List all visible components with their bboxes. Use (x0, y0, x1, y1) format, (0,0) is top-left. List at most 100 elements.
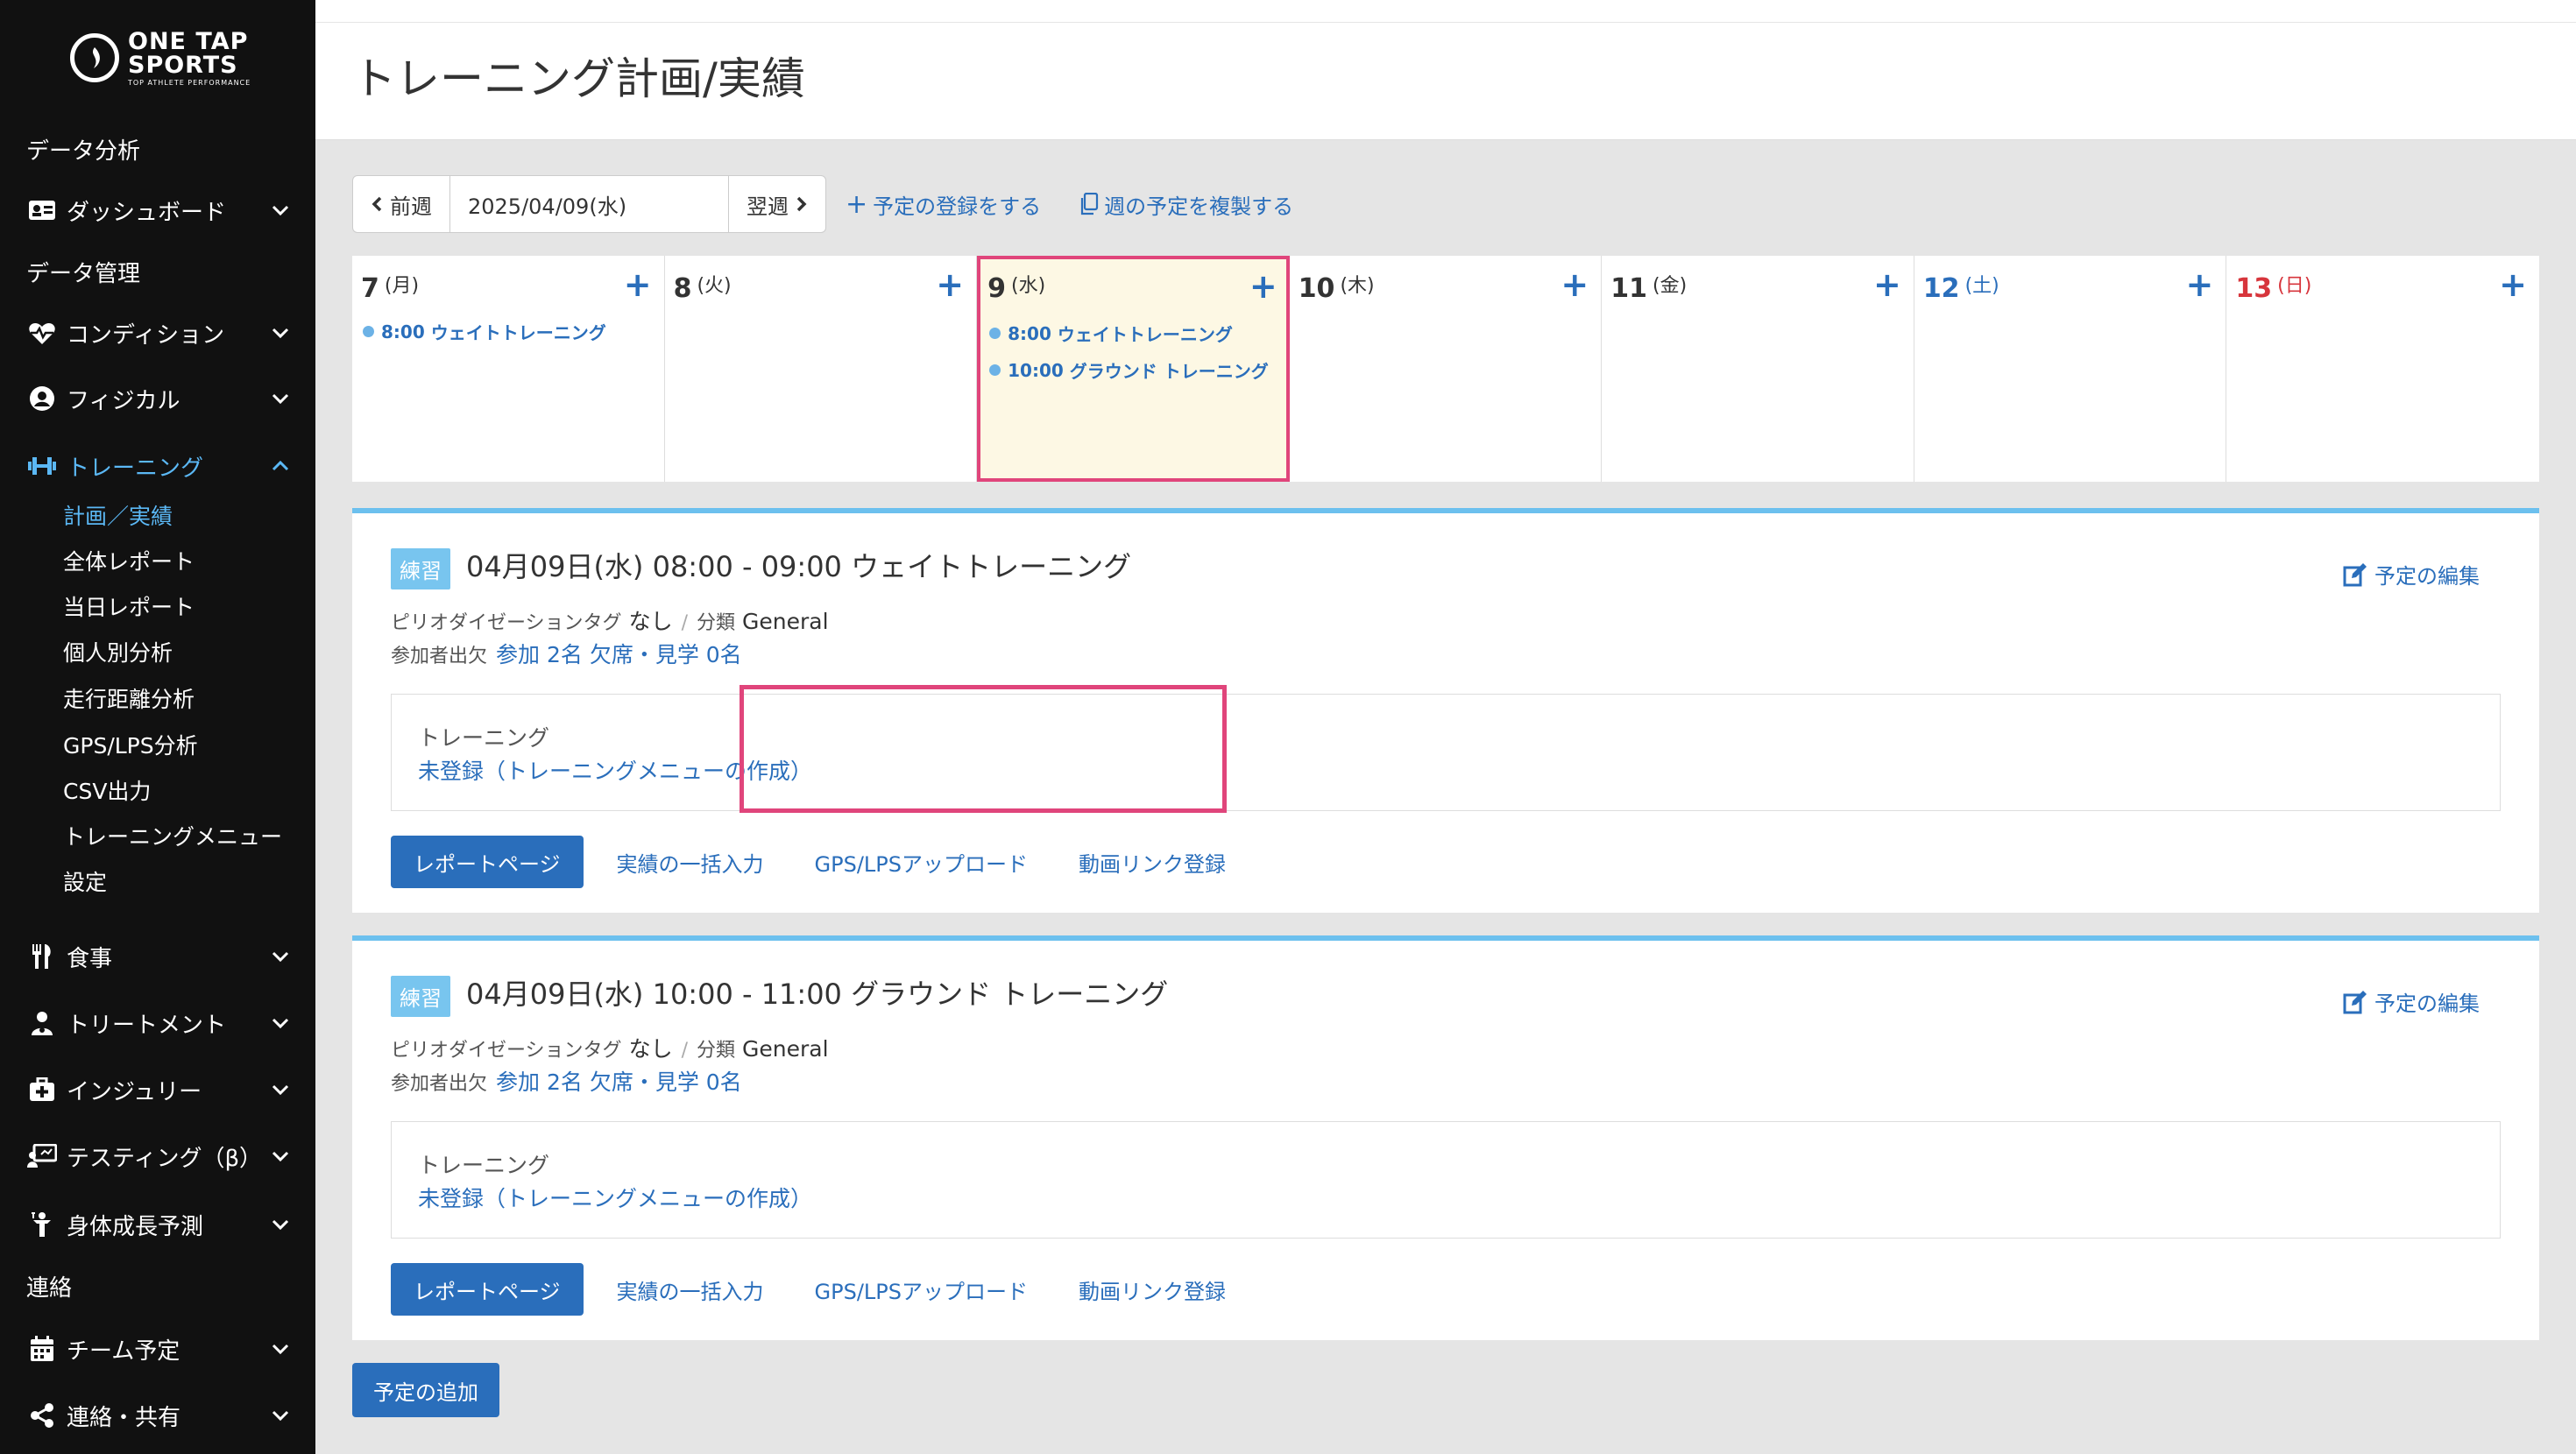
sidebar-subitem-individual-analysis[interactable]: 個人別分析 (63, 631, 173, 673)
sidebar-subitem-training-menu[interactable]: トレーニングメニュー (63, 815, 282, 857)
sidebar-subitem-gps-analysis[interactable]: GPS/LPS分析 (63, 723, 198, 766)
sidebar-item-meals[interactable]: 食事 (0, 930, 315, 983)
chevron-down-icon (272, 393, 289, 405)
sidebar-subitem-overall-report[interactable]: 全体レポート (63, 540, 195, 582)
calendar-event[interactable]: 8:00 ウェイトトレーニング (363, 319, 606, 344)
sidebar-item-injury[interactable]: インジュリー (0, 1063, 315, 1116)
logo-line2: SPORTS (128, 51, 238, 79)
prev-week-button[interactable]: 前週 (353, 176, 450, 232)
sidebar-item-label: コンディション (67, 321, 225, 349)
calendar-day-fri[interactable]: 11 (金) + (1602, 256, 1914, 482)
edit-icon (2343, 562, 2367, 586)
attendance-link[interactable]: 参加 2名 欠席・見学 0名 (496, 1069, 742, 1095)
sidebar-item-physical[interactable]: フィジカル (0, 372, 315, 425)
bulk-input-link[interactable]: 実績の一括入力 (617, 1274, 764, 1305)
chalkboard-user-icon (26, 1140, 58, 1172)
day-of-week: (日) (2277, 275, 2312, 297)
report-page-button[interactable]: レポートページ (391, 836, 584, 888)
periodization-tag-label: ピリオダイゼーションタグ (391, 1040, 622, 1062)
calendar-day-thu[interactable]: 10 (木) + (1290, 256, 1603, 482)
edit-event-link[interactable]: 予定の編集 (2343, 986, 2480, 1017)
sidebar-item-label: 身体成長予測 (67, 1213, 204, 1240)
sidebar-item-training[interactable]: トレーニング (0, 440, 315, 492)
week-calendar: 7 (月) + 8:00 ウェイトトレーニング 8 (火) + 9 (水) + 8:0… (352, 256, 2539, 482)
page-title: トレーニング計画/実績 (352, 53, 805, 104)
calendar-day-tue[interactable]: 8 (火) + (665, 256, 978, 482)
event-dot-icon (363, 326, 374, 337)
edit-event-link[interactable]: 予定の編集 (2343, 559, 2480, 589)
copy-week-link[interactable]: 週の予定を複製する (1079, 175, 1293, 233)
day-of-week: (金) (1652, 275, 1688, 297)
add-event-button[interactable]: + (624, 268, 652, 301)
sidebar-item-testing[interactable]: テスティング（β） (0, 1130, 315, 1182)
chevron-down-icon (272, 1018, 289, 1029)
edit-event-label: 予定の編集 (2374, 564, 2480, 589)
add-schedule-button[interactable]: 予定の追加 (352, 1363, 499, 1417)
add-event-button[interactable]: + (2186, 268, 2214, 301)
create-training-menu-link[interactable]: 未登録（トレーニングメニューの作成） (418, 1182, 812, 1213)
register-schedule-link[interactable]: + 予定の登録をする (846, 175, 1041, 233)
week-navigator: 前週 2025/04/09(水) 翌週 (352, 175, 826, 233)
periodization-tag-label: ピリオダイゼーションタグ (391, 612, 622, 634)
edit-event-label: 予定の編集 (2374, 992, 2480, 1016)
video-link-register-link[interactable]: 動画リンク登録 (1079, 847, 1226, 878)
gps-upload-link[interactable]: GPS/LPSアップロード (815, 1274, 1028, 1305)
calendar-day-mon[interactable]: 7 (月) + 8:00 ウェイトトレーニング (352, 256, 665, 482)
add-event-button[interactable]: + (1873, 268, 1901, 301)
sidebar-subitem-csv-export[interactable]: CSV出力 (63, 769, 151, 811)
prev-week-label: 前週 (390, 194, 432, 219)
chevron-down-icon (272, 1219, 289, 1231)
sidebar-subitem-plan[interactable]: 計画／実績 (63, 494, 173, 536)
sidebar-subitem-daily-report[interactable]: 当日レポート (63, 585, 195, 627)
sidebar: ONE TAP SPORTS TOP ATHLETE PERFORMANCE デ… (0, 0, 315, 1454)
calendar-event[interactable]: 8:00 ウェイトトレーニング (989, 321, 1233, 346)
sidebar-item-dashboard[interactable]: ダッシュボード (0, 184, 315, 236)
add-event-button[interactable]: + (1249, 270, 1277, 303)
sidebar-item-growth-prediction[interactable]: 身体成長予測 (0, 1198, 315, 1251)
sidebar-item-label: テスティング（β） (67, 1145, 263, 1172)
calendar-day-sun[interactable]: 13 (日) + (2226, 256, 2539, 482)
event-actions: レポートページ 実績の一括入力 GPS/LPSアップロード 動画リンク登録 (391, 836, 1277, 888)
training-label: トレーニング (418, 1153, 550, 1178)
fork-knife-icon (26, 941, 58, 972)
day-number: 13 (2235, 273, 2273, 304)
report-page-button[interactable]: レポートページ (391, 1263, 584, 1316)
app-logo[interactable]: ONE TAP SPORTS TOP ATHLETE PERFORMANCE (70, 30, 254, 86)
logo-icon (70, 33, 119, 82)
attendance-link[interactable]: 参加 2名 欠席・見学 0名 (496, 642, 742, 667)
sidebar-item-label: インジュリー (67, 1078, 202, 1105)
category-label: 分類 (697, 612, 736, 634)
video-link-register-link[interactable]: 動画リンク登録 (1079, 1274, 1226, 1305)
add-event-button[interactable]: + (936, 268, 964, 301)
chevron-down-icon (272, 1410, 289, 1422)
sidebar-item-label: 食事 (67, 945, 113, 972)
sidebar-subitem-distance-analysis[interactable]: 走行距離分析 (63, 677, 195, 719)
edit-icon (2343, 990, 2367, 1013)
date-input[interactable]: 2025/04/09(水) (450, 176, 729, 232)
sidebar-item-label: 連絡・共有 (67, 1404, 181, 1431)
calendar-day-sat[interactable]: 12 (土) + (1914, 256, 2227, 482)
sidebar-item-condition[interactable]: コンディション (0, 307, 315, 359)
bulk-input-link[interactable]: 実績の一括入力 (617, 847, 764, 878)
register-schedule-label: 予定の登録をする (873, 194, 1042, 219)
event-meta-attendance: 参加者出欠 参加 2名 欠席・見学 0名 (391, 638, 742, 669)
calendar-day-wed-today[interactable]: 9 (水) + 8:00 ウェイトトレーニング 10:00 グラウンド トレーニン… (977, 256, 1290, 482)
calendar-event[interactable]: 10:00 グラウンド トレーニング (989, 357, 1269, 383)
add-event-button[interactable]: + (2499, 268, 2527, 301)
next-week-button[interactable]: 翌週 (729, 176, 825, 232)
event-meta-tags: ピリオダイゼーションタグ なし / 分類 General (391, 609, 829, 634)
add-event-button[interactable]: + (1560, 268, 1589, 301)
chevron-down-icon (272, 205, 289, 216)
chevron-down-icon (272, 328, 289, 339)
day-number: 7 (361, 273, 379, 304)
sidebar-item-share[interactable]: 連絡・共有 (0, 1389, 315, 1442)
sidebar-item-team-schedule[interactable]: チーム予定 (0, 1323, 315, 1375)
sidebar-item-label: ダッシュボード (67, 199, 227, 226)
sidebar-subitem-settings[interactable]: 設定 (63, 860, 107, 902)
sidebar-item-treatment[interactable]: トリートメント (0, 997, 315, 1049)
attendance-label: 参加者出欠 (391, 1073, 488, 1095)
gps-upload-link[interactable]: GPS/LPSアップロード (815, 847, 1028, 878)
event-time: 8:00 (1008, 322, 1051, 344)
day-number: 9 (987, 273, 1006, 304)
event-card: 練習 04月09日(水) 08:00 - 09:00 ウェイトトレーニング 予定… (352, 508, 2539, 913)
